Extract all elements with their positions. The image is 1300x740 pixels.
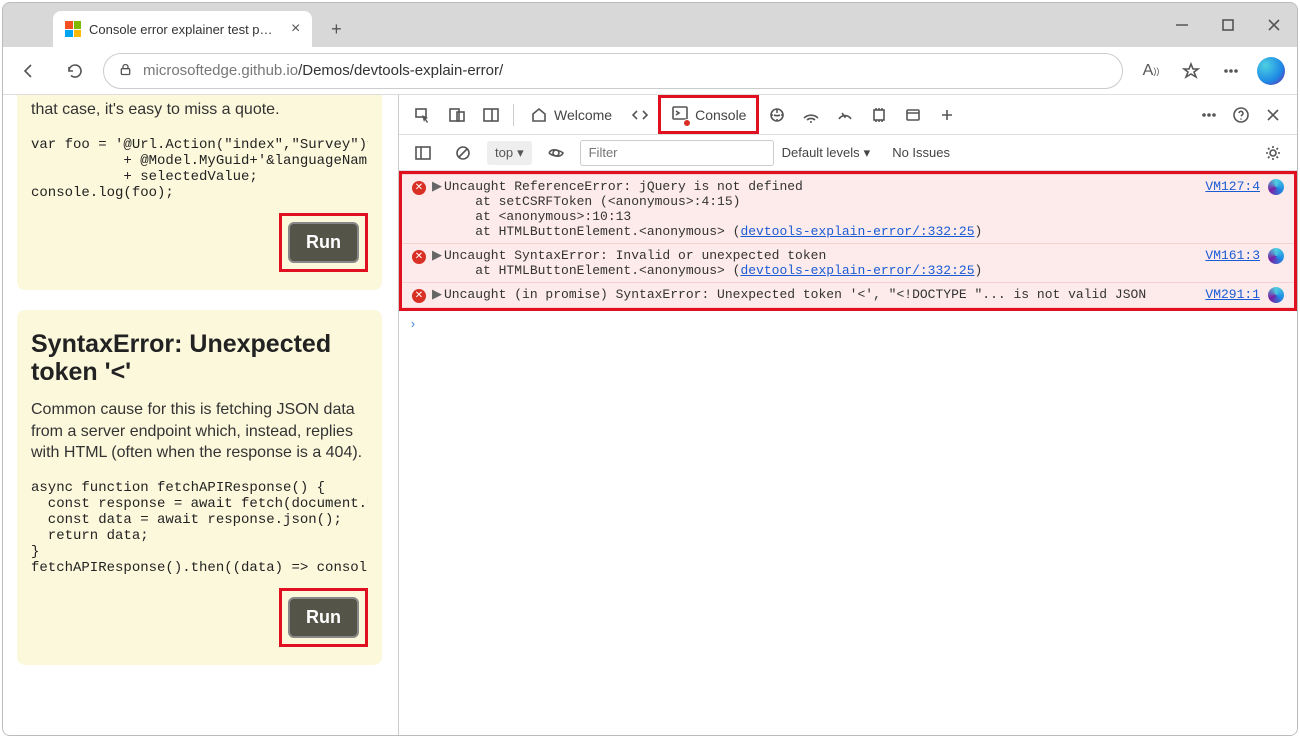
- console-toolbar: top ▾ Default levels ▾ No Issues: [399, 135, 1297, 171]
- card-description: Common cause for this is fetching JSON d…: [31, 399, 368, 464]
- stack-trace-link[interactable]: devtools-explain-error/:332:25: [740, 263, 974, 278]
- source-link[interactable]: VM161:3: [1205, 248, 1260, 278]
- lock-icon: [118, 62, 133, 80]
- application-tab-icon[interactable]: [897, 99, 929, 131]
- devtools-tab-bar: Welcome Console: [399, 95, 1297, 135]
- highlight-box: Run: [279, 213, 368, 272]
- code-block: async function fetchAPIResponse() { cons…: [31, 474, 368, 580]
- read-aloud-button[interactable]: A)): [1133, 53, 1169, 89]
- chevron-down-icon: ▾: [517, 145, 524, 161]
- issues-indicator[interactable]: No Issues: [892, 145, 950, 160]
- console-error-row[interactable]: ✕ ▶ Uncaught (in promise) SyntaxError: U…: [402, 283, 1294, 308]
- dock-side-icon[interactable]: [475, 99, 507, 131]
- card-title: SyntaxError: Unexpected token '<': [31, 330, 368, 388]
- performance-tab-icon[interactable]: [829, 99, 861, 131]
- page-content: that case, it's easy to miss a quote. va…: [3, 95, 398, 735]
- url-text: microsoftedge.github.io/Demos/devtools-e…: [143, 62, 503, 79]
- devtools-close-icon[interactable]: [1257, 99, 1289, 131]
- favorite-button[interactable]: [1173, 53, 1209, 89]
- code-block: var foo = '@Url.Action("index","Survey")…: [31, 131, 368, 205]
- back-button[interactable]: [11, 53, 47, 89]
- network-tab-icon[interactable]: [795, 99, 827, 131]
- address-bar-row: microsoftedge.github.io/Demos/devtools-e…: [3, 47, 1297, 95]
- more-tabs-button[interactable]: [931, 99, 963, 131]
- highlight-box: Run: [279, 588, 368, 647]
- example-card-2: SyntaxError: Unexpected token '<' Common…: [17, 310, 382, 665]
- new-tab-button[interactable]: +: [320, 13, 352, 45]
- sidebar-toggle-icon[interactable]: [407, 137, 439, 169]
- error-icon: ✕: [412, 289, 426, 303]
- favicon-microsoft: [65, 21, 81, 37]
- error-message: Uncaught (in promise) SyntaxError: Unexp…: [444, 287, 1197, 303]
- address-bar[interactable]: microsoftedge.github.io/Demos/devtools-e…: [103, 53, 1123, 89]
- device-toolbar-icon[interactable]: [441, 99, 473, 131]
- window-controls: [1159, 3, 1297, 47]
- run-button[interactable]: Run: [288, 597, 359, 638]
- console-prompt[interactable]: ›: [399, 311, 1297, 338]
- menu-button[interactable]: [1213, 53, 1249, 89]
- live-expression-icon[interactable]: [540, 137, 572, 169]
- source-link[interactable]: VM291:1: [1205, 287, 1260, 303]
- tab-strip: Console error explainer test page × +: [3, 3, 1297, 47]
- chevron-down-icon: ▾: [864, 145, 871, 161]
- example-card-1: that case, it's easy to miss a quote. va…: [17, 95, 382, 290]
- error-message: Uncaught SyntaxError: Invalid or unexpec…: [444, 248, 1197, 278]
- help-icon[interactable]: [1225, 99, 1257, 131]
- tab-close-icon[interactable]: ×: [291, 20, 300, 38]
- console-error-row[interactable]: ✕ ▶ Uncaught ReferenceError: jQuery is n…: [402, 174, 1294, 244]
- run-button[interactable]: Run: [288, 222, 359, 263]
- inspect-element-icon[interactable]: [407, 99, 439, 131]
- copilot-explain-icon[interactable]: [1268, 248, 1284, 264]
- disclosure-triangle-icon[interactable]: ▶: [432, 287, 442, 303]
- memory-tab-icon[interactable]: [863, 99, 895, 131]
- elements-tab-icon[interactable]: [624, 99, 656, 131]
- highlight-box: ✕ ▶ Uncaught ReferenceError: jQuery is n…: [399, 171, 1297, 311]
- highlight-box: Console: [658, 95, 759, 134]
- error-icon: ✕: [412, 250, 426, 264]
- refresh-button[interactable]: [57, 53, 93, 89]
- minimize-button[interactable]: [1159, 3, 1205, 47]
- clear-console-icon[interactable]: [447, 137, 479, 169]
- more-options-icon[interactable]: [1193, 99, 1225, 131]
- disclosure-triangle-icon[interactable]: ▶: [432, 248, 442, 278]
- error-icon: ✕: [412, 181, 426, 195]
- console-output: ✕ ▶ Uncaught ReferenceError: jQuery is n…: [399, 171, 1297, 735]
- console-tab[interactable]: Console: [661, 98, 756, 131]
- window-close-button[interactable]: [1251, 3, 1297, 47]
- settings-gear-icon[interactable]: [1257, 137, 1289, 169]
- disclosure-triangle-icon[interactable]: ▶: [432, 179, 442, 239]
- devtools-panel: Welcome Console: [398, 95, 1297, 735]
- maximize-button[interactable]: [1205, 3, 1251, 47]
- sources-tab-icon[interactable]: [761, 99, 793, 131]
- welcome-tab[interactable]: Welcome: [520, 100, 622, 130]
- console-error-row[interactable]: ✕ ▶ Uncaught SyntaxError: Invalid or une…: [402, 244, 1294, 283]
- copilot-explain-icon[interactable]: [1268, 287, 1284, 303]
- source-link[interactable]: VM127:4: [1205, 179, 1260, 239]
- browser-tab[interactable]: Console error explainer test page ×: [53, 11, 312, 47]
- stack-trace-link[interactable]: devtools-explain-error/:332:25: [740, 224, 974, 239]
- copilot-explain-icon[interactable]: [1268, 179, 1284, 195]
- log-levels-selector[interactable]: Default levels ▾: [782, 145, 871, 161]
- card-description: that case, it's easy to miss a quote.: [31, 99, 368, 121]
- filter-input[interactable]: [580, 140, 774, 166]
- tab-title: Console error explainer test page: [89, 22, 279, 37]
- error-message: Uncaught ReferenceError: jQuery is not d…: [444, 179, 1197, 239]
- copilot-button[interactable]: [1253, 53, 1289, 89]
- context-selector[interactable]: top ▾: [487, 141, 532, 165]
